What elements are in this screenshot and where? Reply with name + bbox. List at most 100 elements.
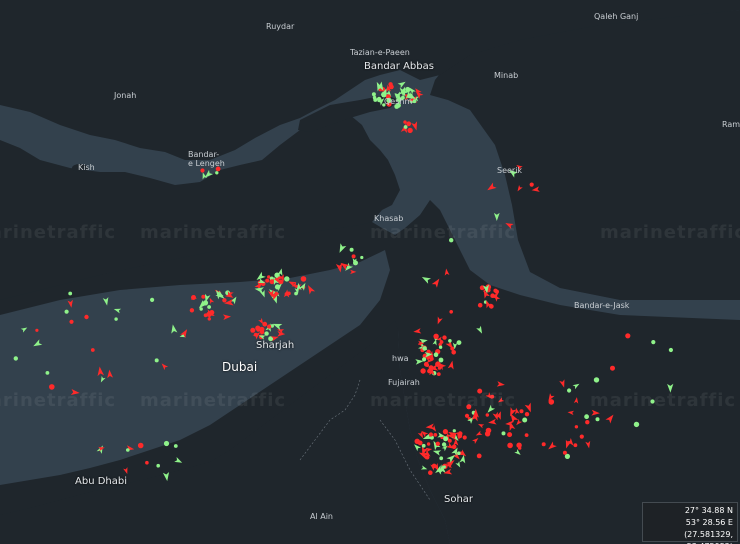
vessel-marker[interactable] [443,436,449,442]
vessel-marker[interactable] [406,121,412,127]
vessel-marker[interactable] [451,350,457,355]
vessel-marker[interactable] [519,409,524,414]
vessel-marker[interactable] [274,272,280,278]
vessel-marker[interactable] [452,429,456,433]
vessel-marker[interactable] [593,377,600,383]
vessel-marker[interactable] [439,340,444,344]
vessel-marker[interactable] [137,442,144,449]
vessel-marker[interactable] [371,92,376,97]
vessel-marker[interactable] [389,84,394,90]
vessel-marker[interactable] [476,453,482,459]
vessel-marker[interactable] [360,255,364,260]
vessel-marker[interactable] [49,384,55,390]
vessel-marker[interactable] [449,310,454,314]
vessel-marker[interactable] [439,456,444,461]
vessel-marker[interactable] [448,339,452,343]
vessel-marker[interactable] [436,372,441,376]
vessel-marker[interactable] [427,368,432,374]
vessel-marker[interactable] [173,444,178,448]
vessel-marker[interactable] [442,429,448,435]
vessel-marker[interactable] [145,460,149,465]
vessel-marker[interactable] [64,309,69,314]
vessel-marker[interactable] [421,443,426,448]
vessel-marker[interactable] [490,293,495,299]
vessel-marker[interactable] [625,333,631,339]
vessel-marker[interactable] [69,319,74,324]
vessel-marker[interactable] [668,347,674,353]
vessel-marker[interactable] [501,431,506,436]
vessel-marker[interactable] [433,352,439,358]
vessel-marker[interactable] [274,284,281,290]
vessel-marker[interactable] [407,127,413,134]
vessel-marker[interactable] [610,365,615,371]
vessel-marker[interactable] [199,307,203,311]
vessel-marker[interactable] [215,171,219,175]
vessel-marker[interactable] [507,442,513,449]
vessel-marker[interactable] [412,99,417,104]
vessel-marker[interactable] [35,328,39,332]
vessel-marker[interactable] [585,420,590,425]
vessel-marker[interactable] [442,465,446,469]
vessel-marker[interactable] [433,433,438,437]
vessel-marker[interactable] [259,326,265,332]
vessel-marker[interactable] [207,305,212,309]
vessel-marker[interactable] [573,443,578,448]
map-canvas[interactable]: marinetraffic marinetraffic marinetraffi… [0,0,740,544]
vessel-marker[interactable] [403,125,408,129]
vessel-marker[interactable] [284,292,288,296]
vessel-marker[interactable] [524,412,530,417]
vessel-marker[interactable] [284,276,290,282]
vessel-marker[interactable] [484,431,491,437]
vessel-marker[interactable] [584,414,589,420]
vessel-marker[interactable] [203,313,208,318]
vessel-marker[interactable] [425,363,430,367]
vessel-marker[interactable] [300,276,307,282]
vessel-marker[interactable] [114,317,118,321]
vessel-marker[interactable] [351,254,356,259]
vessel-marker[interactable] [265,278,270,283]
vessel-marker[interactable] [13,356,18,361]
vessel-marker[interactable] [407,87,411,92]
vessel-marker[interactable] [507,432,513,438]
vessel-marker[interactable] [163,440,170,447]
vessel-marker[interactable] [414,438,420,444]
vessel-marker[interactable] [422,357,427,362]
vessel-marker[interactable] [522,417,528,423]
vessel-marker[interactable] [441,442,447,447]
vessel-marker[interactable] [267,324,272,329]
vessel-marker[interactable] [45,371,50,375]
vessel-marker[interactable] [437,366,442,370]
vessel-marker[interactable] [574,425,579,429]
vessel-marker[interactable] [457,431,463,436]
vessel-marker[interactable] [264,331,269,336]
vessel-marker[interactable] [154,358,159,363]
vessel-marker[interactable] [579,434,584,439]
vessel-marker[interactable] [68,291,73,296]
vessel-marker[interactable] [426,442,431,446]
vessel-marker[interactable] [200,168,205,173]
vessel-marker[interactable] [548,399,555,405]
vessel-marker[interactable] [633,421,640,428]
vessel-marker[interactable] [595,417,600,422]
vessel-marker[interactable] [222,298,227,303]
vessel-marker[interactable] [150,297,155,302]
vessel-marker[interactable] [541,442,546,447]
vessel-marker[interactable] [372,95,377,100]
vessel-marker[interactable] [524,433,529,437]
vessel-marker[interactable] [562,450,567,455]
vessel-marker[interactable] [485,413,489,417]
vessel-marker[interactable] [438,345,443,349]
vessel-marker[interactable] [376,96,382,102]
vessel-marker[interactable] [428,470,433,476]
vessel-marker[interactable] [201,294,206,299]
vessel-marker[interactable] [435,441,440,446]
vessel-marker[interactable] [269,279,275,285]
vessel-marker[interactable] [403,120,407,124]
vessel-marker[interactable] [126,448,130,452]
vessel-marker[interactable] [516,442,522,448]
vessel-marker[interactable] [457,451,461,456]
vessel-marker[interactable] [567,388,572,393]
vessel-marker[interactable] [438,357,444,363]
vessel-marker[interactable] [529,182,534,187]
vessel-marker[interactable] [428,432,433,437]
